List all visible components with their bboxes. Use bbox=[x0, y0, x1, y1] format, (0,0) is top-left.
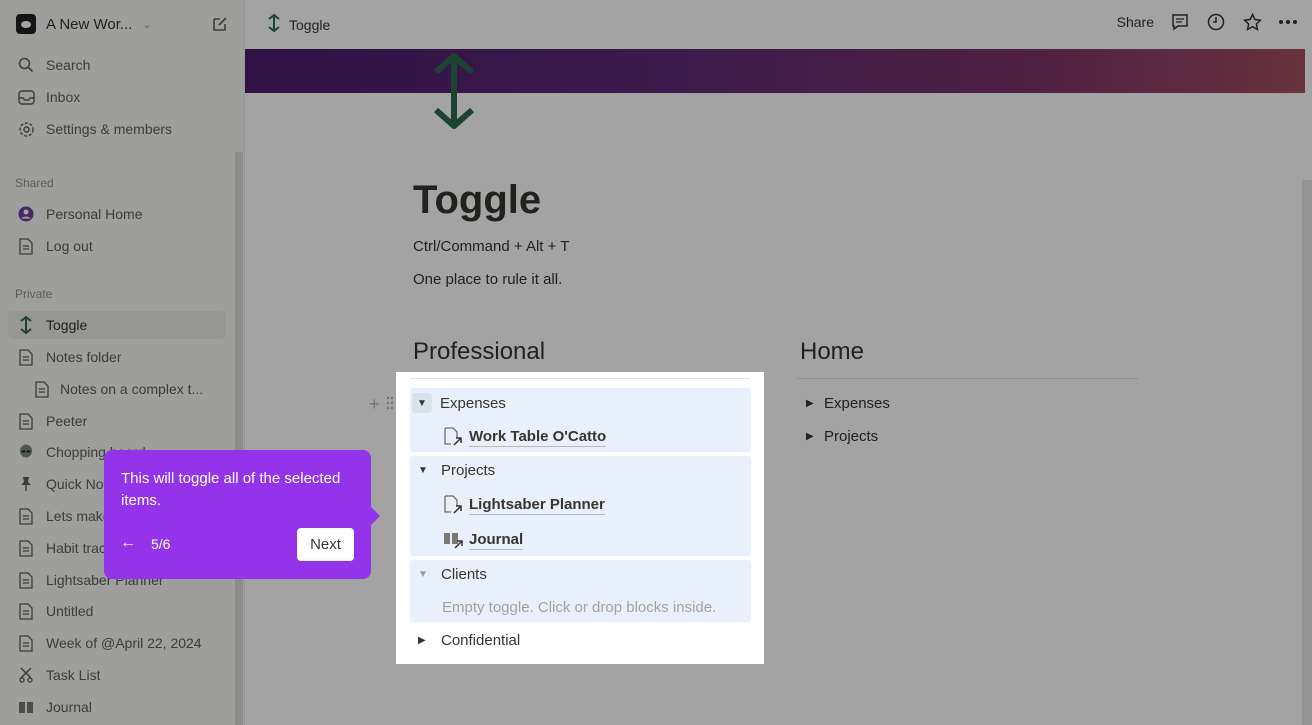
clock-icon[interactable] bbox=[1206, 12, 1226, 32]
page-icon bbox=[17, 412, 35, 430]
toggle-arrows-icon[interactable] bbox=[428, 52, 480, 132]
plus-icon[interactable]: + bbox=[369, 394, 380, 415]
heading-home[interactable]: Home bbox=[800, 338, 864, 366]
star-icon[interactable] bbox=[1242, 12, 1262, 32]
sidebar: A New Wor... ⌄ Search Inbox Settings & m… bbox=[0, 0, 245, 725]
divider-home bbox=[797, 378, 1138, 379]
heading-professional[interactable]: Professional bbox=[413, 338, 545, 366]
sidebar-item-log-out[interactable]: Log out bbox=[8, 232, 226, 260]
page-link-icon bbox=[443, 495, 465, 515]
triangle-down-icon[interactable]: ▼ bbox=[418, 569, 441, 580]
triangle-right-icon[interactable]: ▶ bbox=[418, 635, 441, 646]
page-cover[interactable] bbox=[245, 49, 1305, 93]
sidebar-item-untitled[interactable]: Untitled bbox=[8, 597, 226, 625]
sidebar-item-toggle[interactable]: Toggle bbox=[8, 311, 226, 339]
link-journal[interactable]: Journal bbox=[443, 530, 524, 550]
divider-professional bbox=[410, 378, 750, 379]
book-icon bbox=[17, 698, 35, 716]
page-link-icon bbox=[443, 427, 465, 447]
sidebar-item-inbox[interactable]: Inbox bbox=[8, 83, 226, 111]
shortcut-text[interactable]: Ctrl/Command + Alt + T bbox=[413, 238, 569, 255]
search-icon bbox=[17, 56, 35, 74]
link-lightsaber-planner[interactable]: Lightsaber Planner bbox=[443, 495, 605, 515]
next-button[interactable]: Next bbox=[297, 528, 354, 561]
triangle-down-icon[interactable]: ▼ bbox=[412, 393, 432, 413]
toggle-arrows-icon bbox=[17, 316, 35, 334]
sidebar-item-settings[interactable]: Settings & members bbox=[8, 115, 226, 143]
page-icon bbox=[17, 507, 35, 525]
page-icon bbox=[17, 539, 35, 557]
book-link-icon bbox=[443, 530, 465, 550]
topbar-actions: Share bbox=[1117, 12, 1298, 32]
page-icon bbox=[17, 348, 35, 366]
topbar: Toggle Share bbox=[245, 0, 1312, 48]
alien-icon bbox=[17, 443, 35, 461]
share-button[interactable]: Share bbox=[1117, 14, 1154, 30]
tooltip-step-counter: 5/6 bbox=[151, 536, 171, 552]
toggle-home-projects[interactable]: ▶ Projects bbox=[806, 428, 878, 445]
breadcrumb-label: Toggle bbox=[289, 16, 331, 33]
empty-toggle-hint[interactable]: Empty toggle. Click or drop blocks insid… bbox=[442, 599, 716, 616]
breadcrumb[interactable]: Toggle bbox=[267, 13, 331, 35]
more-icon[interactable] bbox=[1278, 12, 1298, 32]
arrow-left-icon[interactable]: ← bbox=[120, 534, 136, 552]
toggle-arrows-icon bbox=[267, 13, 281, 35]
workspace-switcher[interactable]: A New Wor... ⌄ bbox=[8, 10, 234, 38]
tagline-text[interactable]: One place to rule it all. bbox=[413, 271, 562, 288]
sidebar-item-personal-home[interactable]: Personal Home bbox=[8, 200, 226, 228]
scissors-icon bbox=[17, 666, 35, 684]
toggle-expenses[interactable]: ▼ Expenses bbox=[412, 393, 506, 413]
inbox-icon bbox=[17, 88, 35, 106]
page-icon bbox=[17, 237, 35, 255]
toggle-home-expenses[interactable]: ▶ Expenses bbox=[806, 395, 890, 412]
toggle-confidential[interactable]: ▶ Confidential bbox=[418, 632, 520, 649]
page-icon bbox=[17, 634, 35, 652]
triangle-down-icon[interactable]: ▼ bbox=[418, 465, 441, 476]
sidebar-item-search[interactable]: Search bbox=[8, 51, 226, 79]
toggle-projects[interactable]: ▼ Projects bbox=[418, 462, 495, 479]
sidebar-item-journal[interactable]: Journal bbox=[8, 693, 226, 721]
workspace-logo-icon bbox=[16, 14, 36, 34]
page-icon bbox=[17, 602, 35, 620]
overlay-right bbox=[764, 372, 1312, 664]
toggle-clients[interactable]: ▼ Clients bbox=[418, 566, 487, 583]
sidebar-scrollbar[interactable] bbox=[235, 152, 243, 725]
sidebar-item-notes-folder[interactable]: Notes folder bbox=[8, 343, 226, 371]
section-label-shared: Shared bbox=[15, 176, 54, 190]
workspace-name: A New Wor... bbox=[46, 15, 133, 33]
block-handle[interactable]: + bbox=[369, 394, 394, 415]
sidebar-item-task-list[interactable]: Task List bbox=[8, 661, 226, 689]
page-title[interactable]: Toggle bbox=[413, 178, 541, 223]
sidebar-item-week-of[interactable]: Week of @April 22, 2024 bbox=[8, 629, 226, 657]
new-page-icon[interactable] bbox=[210, 14, 230, 34]
link-work-table[interactable]: Work Table O'Catto bbox=[443, 427, 607, 447]
page-icon bbox=[33, 380, 51, 398]
comment-icon[interactable] bbox=[1170, 12, 1190, 32]
chevron-down-icon: ⌄ bbox=[142, 18, 152, 31]
pin-icon bbox=[17, 475, 35, 493]
sidebar-item-peeter[interactable]: Peeter bbox=[8, 407, 226, 435]
section-label-private: Private bbox=[15, 287, 53, 301]
triangle-right-icon[interactable]: ▶ bbox=[806, 398, 824, 409]
sidebar-item-notes-complex[interactable]: Notes on a complex t... bbox=[8, 375, 226, 403]
triangle-right-icon[interactable]: ▶ bbox=[806, 431, 824, 442]
tour-tooltip: This will toggle all of the selected ite… bbox=[104, 450, 380, 579]
main-scrollbar[interactable] bbox=[1302, 180, 1312, 725]
page-icon bbox=[17, 571, 35, 589]
person-icon bbox=[17, 205, 35, 223]
gear-icon bbox=[17, 120, 35, 138]
drag-handle-icon[interactable] bbox=[386, 394, 394, 415]
tooltip-text: This will toggle all of the selected ite… bbox=[121, 470, 341, 509]
